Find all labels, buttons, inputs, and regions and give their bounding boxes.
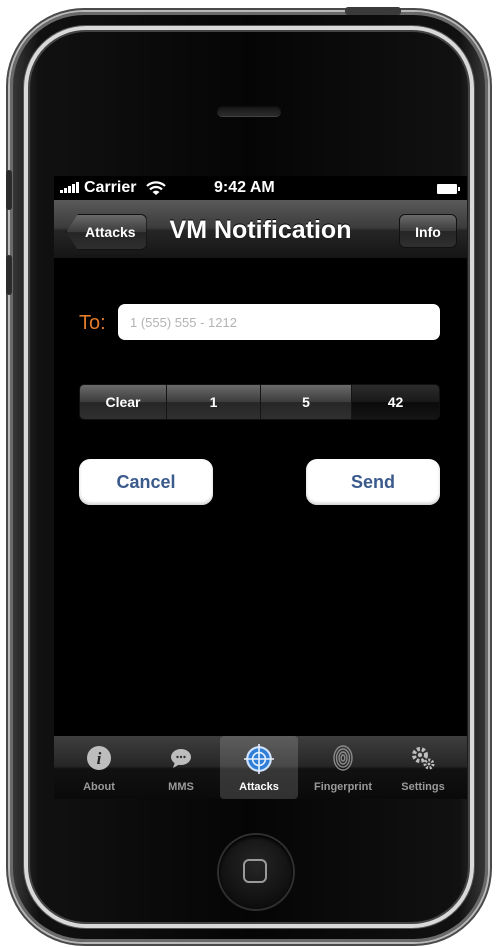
earpiece-speaker (217, 105, 281, 116)
signal-strength-icon (60, 182, 79, 193)
home-square-icon (243, 859, 267, 883)
to-label: To: (79, 312, 106, 334)
tab-mms[interactable]: MMS (140, 736, 222, 799)
segmented-control: Clear 1 5 42 (79, 384, 440, 420)
tab-settings-label: Settings (401, 781, 445, 793)
svg-text:i: i (97, 749, 102, 768)
chat-bubble-icon (171, 749, 191, 768)
navigation-bar: Attacks VM Notification Info (54, 200, 467, 259)
target-icon (244, 744, 274, 774)
info-button[interactable]: Info (399, 214, 457, 248)
segment-42[interactable]: 42 (352, 385, 439, 419)
home-button[interactable] (219, 835, 293, 909)
segment-5[interactable]: 5 (261, 385, 352, 419)
segment-1[interactable]: 1 (167, 385, 261, 419)
segment-clear[interactable]: Clear (80, 385, 167, 419)
sleep-button (345, 7, 401, 15)
volume-up-button (6, 170, 12, 210)
tab-mms-label: MMS (168, 781, 194, 793)
screen: Carrier 9:42 AM Attacks VM Notification … (54, 176, 467, 799)
gears-icon (412, 747, 435, 770)
wifi-icon (146, 181, 166, 195)
tab-fingerprint[interactable]: Fingerprint (302, 736, 384, 799)
tab-attacks[interactable]: Attacks (220, 736, 298, 799)
cancel-button[interactable]: Cancel (79, 459, 213, 505)
tab-about-label: About (83, 781, 115, 793)
carrier-name: Carrier (84, 179, 137, 196)
tab-fingerprint-label: Fingerprint (313, 781, 373, 793)
tab-attacks-label: Attacks (239, 781, 279, 793)
tab-bar: i About MMS Attacks Fingerprint Settings (54, 736, 467, 799)
tab-settings[interactable]: Settings (382, 736, 464, 799)
battery-icon (437, 184, 460, 194)
volume-down-button (6, 255, 12, 295)
send-button[interactable]: Send (306, 459, 440, 505)
fingerprint-icon (333, 745, 353, 771)
status-time: 9:42 AM (214, 179, 275, 196)
tab-about[interactable]: i About (58, 736, 140, 799)
info-icon: i (87, 746, 111, 770)
status-bar: Carrier 9:42 AM (54, 176, 467, 200)
to-phone-input[interactable] (118, 304, 440, 340)
